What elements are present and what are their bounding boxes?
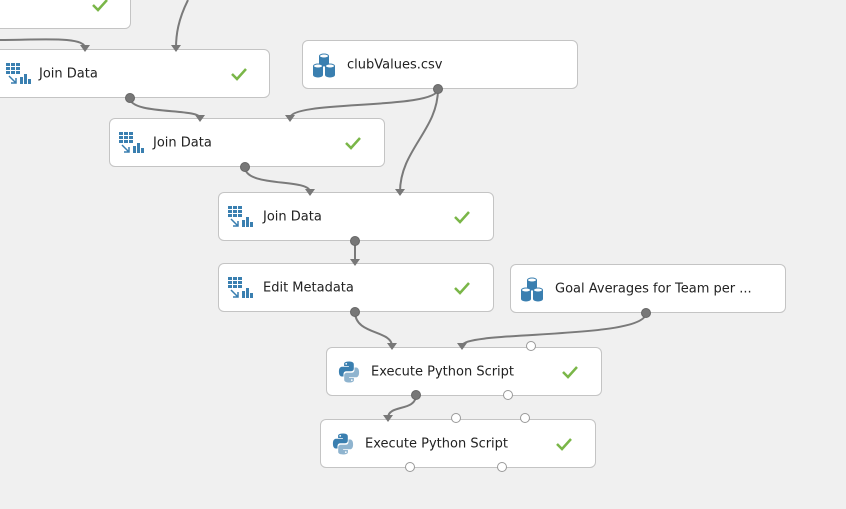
module-node[interactable]: Execute Python Script	[320, 419, 596, 468]
table-transform-icon	[227, 204, 253, 230]
success-check-icon	[345, 136, 361, 150]
input-port-arrow[interactable]	[195, 115, 205, 122]
success-check-icon	[454, 281, 470, 295]
python-icon	[336, 359, 362, 385]
success-check-icon	[92, 0, 108, 12]
input-port-arrow[interactable]	[305, 189, 315, 196]
dataset-icon	[519, 276, 545, 302]
python-icon	[330, 431, 356, 457]
output-port[interactable]	[350, 307, 360, 317]
connection-edge	[461, 312, 647, 347]
module-node[interactable]	[0, 0, 131, 29]
success-check-icon	[454, 210, 470, 224]
module-node[interactable]: clubValues.csv	[302, 40, 578, 89]
module-label: Execute Python Script	[365, 436, 509, 451]
connection-edge	[129, 97, 201, 119]
connection-edge	[0, 38, 86, 49]
module-label: Join Data	[39, 66, 98, 81]
module-node[interactable]: Join Data	[218, 192, 494, 241]
unconnected-port[interactable]	[451, 413, 461, 423]
dataset-icon	[311, 52, 337, 78]
input-port-arrow[interactable]	[387, 343, 397, 350]
success-check-icon	[562, 365, 578, 379]
unconnected-port[interactable]	[526, 341, 536, 351]
table-transform-icon	[5, 61, 31, 87]
module-label: Execute Python Script	[371, 364, 515, 379]
unconnected-port[interactable]	[520, 413, 530, 423]
connection-edge	[354, 311, 393, 347]
success-check-icon	[231, 67, 247, 81]
module-label: Join Data	[263, 209, 322, 224]
module-node[interactable]: Join Data	[109, 118, 385, 167]
output-port[interactable]	[433, 84, 443, 94]
input-port-arrow[interactable]	[171, 45, 181, 52]
module-node[interactable]: Join Data	[0, 49, 270, 98]
unconnected-port[interactable]	[503, 390, 513, 400]
module-label: clubValues.csv	[347, 57, 443, 72]
connection-edge	[399, 88, 439, 193]
connection-edge	[289, 88, 439, 119]
module-node[interactable]: Goal Averages for Team per ...	[510, 264, 786, 313]
module-label: Edit Metadata	[263, 280, 354, 295]
unconnected-port[interactable]	[405, 462, 415, 472]
input-port-arrow[interactable]	[383, 415, 393, 422]
output-port[interactable]	[411, 390, 421, 400]
module-node[interactable]: Edit Metadata	[218, 263, 494, 312]
experiment-canvas[interactable]: Join Data clubValues.csv Join Data Join …	[0, 0, 846, 509]
input-port-arrow[interactable]	[395, 189, 405, 196]
module-label: Join Data	[153, 135, 212, 150]
connection-edge	[175, 0, 189, 49]
input-port-arrow[interactable]	[80, 45, 90, 52]
connection-edge	[244, 166, 311, 193]
input-port-arrow[interactable]	[350, 259, 360, 266]
module-node[interactable]: Execute Python Script	[326, 347, 602, 396]
input-port-arrow[interactable]	[285, 115, 295, 122]
table-transform-icon	[118, 130, 144, 156]
output-port[interactable]	[240, 162, 250, 172]
module-label: Goal Averages for Team per ...	[555, 281, 752, 296]
table-transform-icon	[227, 275, 253, 301]
success-check-icon	[556, 437, 572, 451]
input-port-arrow[interactable]	[457, 343, 467, 350]
unconnected-port[interactable]	[497, 462, 507, 472]
output-port[interactable]	[350, 236, 360, 246]
output-port[interactable]	[641, 308, 651, 318]
output-port[interactable]	[125, 93, 135, 103]
